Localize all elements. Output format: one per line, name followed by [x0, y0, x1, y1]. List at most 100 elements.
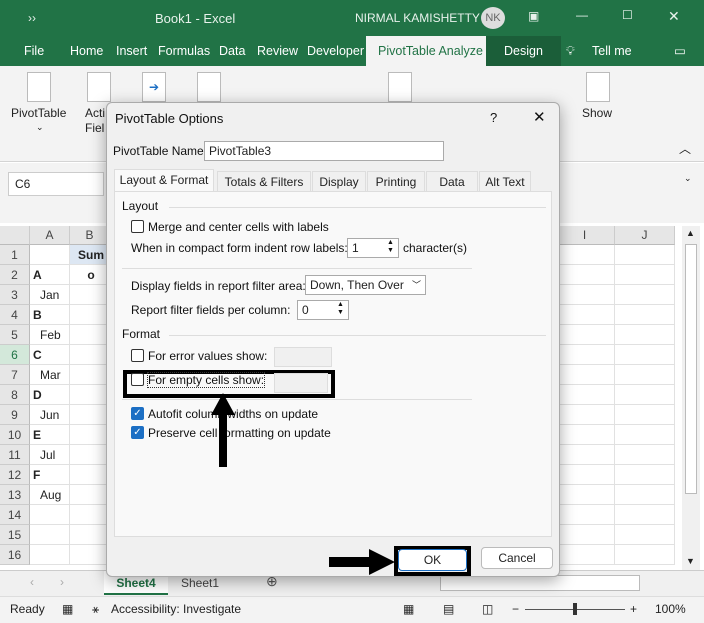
next-sheet-icon[interactable]: ›	[60, 575, 64, 589]
cell-A9[interactable]: Jun	[30, 405, 70, 425]
tab-alt-text[interactable]: Alt Text	[479, 171, 531, 191]
cell-B2[interactable]	[70, 265, 110, 285]
error-values-input[interactable]	[274, 347, 332, 367]
cell-A1[interactable]	[30, 245, 70, 265]
cell-A13[interactable]: Aug	[30, 485, 70, 505]
pivottable-button[interactable]: PivotTable	[11, 106, 66, 120]
help-button[interactable]: ?	[490, 110, 497, 125]
empty-cells-checkbox[interactable]	[131, 373, 144, 386]
select-all[interactable]	[0, 226, 30, 245]
row-header[interactable]: 12	[0, 465, 30, 485]
group-arrow-icon[interactable]: ➔	[142, 72, 166, 102]
cell-B12[interactable]	[70, 465, 110, 485]
clear-icon[interactable]	[388, 72, 412, 102]
row-header[interactable]: 8	[0, 385, 30, 405]
show-icon[interactable]	[586, 72, 610, 102]
zoom-in-icon[interactable]: +	[630, 597, 637, 621]
tab-data[interactable]: Data	[426, 171, 478, 191]
user-name[interactable]: NIRMAL KAMISHETTY	[355, 11, 480, 25]
tab-formulas[interactable]: Formulas	[152, 36, 216, 66]
column-header[interactable]: I	[555, 226, 615, 245]
tab-data[interactable]: Data	[213, 36, 251, 66]
error-values-label[interactable]: For error values show:	[148, 349, 267, 363]
show-button[interactable]: Show	[582, 106, 612, 120]
cell-J13[interactable]	[615, 485, 675, 505]
row-header[interactable]: 5	[0, 325, 30, 345]
merge-label[interactable]: Merge and center cells with labels	[148, 220, 329, 234]
cell-J14[interactable]	[615, 505, 675, 525]
cell-A16[interactable]	[30, 545, 70, 565]
comments-icon[interactable]: ▭	[668, 36, 692, 66]
cell-J16[interactable]	[615, 545, 675, 565]
accessibility-status[interactable]: Accessibility: Investigate	[111, 597, 241, 621]
column-header[interactable]: B	[70, 226, 110, 245]
tab-totals-filters[interactable]: Totals & Filters	[217, 171, 311, 191]
indent-spinner-icon[interactable]: ▲ ▼	[387, 239, 394, 255]
cell-J8[interactable]	[615, 385, 675, 405]
horizontal-scrollbar[interactable]	[440, 575, 640, 591]
cell-I16[interactable]	[555, 545, 615, 565]
cell-J12[interactable]	[615, 465, 675, 485]
cell-J3[interactable]	[615, 285, 675, 305]
empty-cells-input[interactable]	[274, 373, 328, 393]
close-icon[interactable]: ✕	[668, 8, 680, 25]
row-header[interactable]: 6	[0, 345, 30, 365]
empty-cells-label[interactable]: For empty cells show:	[146, 372, 266, 388]
cell-I12[interactable]	[555, 465, 615, 485]
filter-area-dropdown[interactable]: Down, Then Over ﹀	[305, 275, 426, 295]
row-header[interactable]: 11	[0, 445, 30, 465]
scroll-up-icon[interactable]: ▲	[686, 228, 695, 238]
cell-J6[interactable]	[615, 345, 675, 365]
tab-layout-format[interactable]: Layout & Format	[114, 169, 214, 191]
row-header[interactable]: 1	[0, 245, 30, 265]
tab-display[interactable]: Display	[312, 171, 366, 191]
cell-A2[interactable]: A	[30, 265, 70, 285]
tab-pivottable-analyze[interactable]: PivotTable Analyze	[366, 36, 495, 66]
page-break-icon[interactable]: ◫	[482, 597, 493, 621]
column-header[interactable]: A	[30, 226, 70, 245]
scroll-thumb[interactable]	[685, 244, 697, 494]
cell-A10[interactable]: E	[30, 425, 70, 445]
cell-B14[interactable]	[70, 505, 110, 525]
cell-B10[interactable]	[70, 425, 110, 445]
merge-checkbox[interactable]	[131, 220, 144, 233]
cell-A7[interactable]: Mar	[30, 365, 70, 385]
tab-developer[interactable]: Developer	[301, 36, 370, 66]
cell-I10[interactable]	[555, 425, 615, 445]
cell-A5[interactable]: Feb	[30, 325, 70, 345]
quick-access-toolbar[interactable]: ››	[28, 11, 36, 25]
preserve-label[interactable]: Preserve cell formatting on update	[148, 426, 331, 440]
filter-spinner-icon[interactable]: ▲ ▼	[337, 301, 344, 317]
collapse-ribbon-icon[interactable]: ︿	[679, 140, 691, 157]
cell-A11[interactable]: Jul	[30, 445, 70, 465]
cell-B15[interactable]	[70, 525, 110, 545]
row-header[interactable]: 3	[0, 285, 30, 305]
active-field-button[interactable]: Acti Fiel	[85, 106, 105, 136]
tab-home[interactable]: Home	[64, 36, 109, 66]
cell-I1[interactable]	[555, 245, 615, 265]
active-field-icon[interactable]	[87, 72, 111, 102]
vertical-scrollbar[interactable]: ▲ ▼	[682, 226, 700, 570]
cancel-button[interactable]: Cancel	[481, 547, 553, 569]
maximize-icon[interactable]: ☐	[622, 8, 633, 22]
refresh-icon[interactable]	[262, 72, 286, 102]
cell-A15[interactable]	[30, 525, 70, 545]
ok-button[interactable]: OK	[398, 549, 467, 571]
cell-J5[interactable]	[615, 325, 675, 345]
cell-I9[interactable]	[555, 405, 615, 425]
cell-I13[interactable]	[555, 485, 615, 505]
cell-B7[interactable]	[70, 365, 110, 385]
row-header[interactable]: 2	[0, 265, 30, 285]
error-values-checkbox[interactable]	[131, 349, 144, 362]
cell-B1[interactable]: Sum o	[70, 245, 110, 282]
tab-review[interactable]: Review	[251, 36, 304, 66]
close-icon[interactable]: ✕	[533, 108, 546, 126]
cell-A12[interactable]: F	[30, 465, 70, 485]
change-source-icon[interactable]	[320, 72, 344, 102]
cell-I14[interactable]	[555, 505, 615, 525]
tab-design[interactable]: Design	[486, 36, 561, 66]
normal-view-icon[interactable]: ▦	[403, 597, 414, 621]
cell-A4[interactable]: B	[30, 305, 70, 325]
cell-B4[interactable]	[70, 305, 110, 325]
cell-I4[interactable]	[555, 305, 615, 325]
